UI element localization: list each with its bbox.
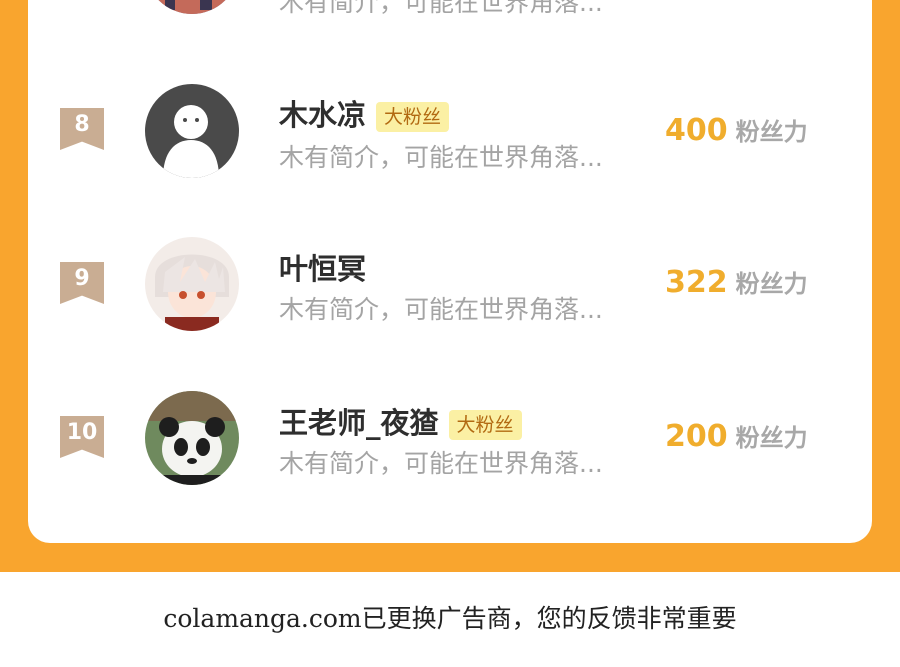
score-unit: 粉丝力: [735, 424, 808, 452]
avatar-partial: [145, 0, 239, 14]
score-value: 200: [665, 419, 728, 454]
fan-level-tag: 大粉丝: [448, 410, 522, 440]
rank-badge: 9: [60, 262, 104, 304]
user-name-text: 叶恒冥: [279, 252, 367, 286]
ranking-row[interactable]: 10 王老师_夜猹 大粉丝 木有简介，可能在世界角落... 200 粉丝力: [0, 386, 900, 496]
fan-score: 200 粉丝力: [665, 418, 808, 454]
bio-text: 木有简介，可能在世界角落...: [279, 0, 603, 17]
rank-badge: 10: [60, 416, 104, 458]
score-value: 400: [665, 113, 728, 148]
fan-level-tag: 大粉丝: [376, 102, 450, 132]
bio-text: 木有简介，可能在世界角落...: [279, 449, 603, 478]
anime-character-avatar: [145, 237, 239, 331]
footer-notice: colamanga.com已更换广告商，您的反馈非常重要: [163, 604, 737, 633]
score-unit: 粉丝力: [735, 270, 808, 298]
ranking-row[interactable]: 9 叶恒冥 木有简介，可能在世界角落... 322 粉丝力: [0, 232, 900, 342]
score-value: 322: [665, 265, 728, 300]
user-name[interactable]: 木水凉 大粉丝: [279, 92, 450, 134]
bio-text: 木有简介，可能在世界角落...: [279, 143, 603, 172]
user-name-text: 木水凉: [279, 98, 367, 132]
fan-score: 322 粉丝力: [665, 264, 808, 300]
panda-avatar: [145, 391, 239, 485]
bio-text: 木有简介，可能在世界角落...: [279, 295, 603, 324]
user-name[interactable]: 叶恒冥: [279, 246, 366, 288]
default-silhouette-avatar: [145, 84, 239, 178]
rank-badge: 8: [60, 108, 104, 150]
fan-score: 400 粉丝力: [665, 112, 808, 148]
footer: colamanga.com已更换广告商，您的反馈非常重要: [0, 572, 900, 667]
user-name[interactable]: 王老师_夜猹 大粉丝: [279, 400, 522, 442]
score-unit: 粉丝力: [735, 118, 808, 146]
ranking-row[interactable]: 8 木水凉 大粉丝 木有简介，可能在世界角落... 400 粉丝力: [0, 78, 900, 188]
user-name-text: 王老师_夜猹: [279, 406, 439, 440]
ranking-row-partial[interactable]: 木有简介，可能在世界角落...: [0, 0, 900, 50]
